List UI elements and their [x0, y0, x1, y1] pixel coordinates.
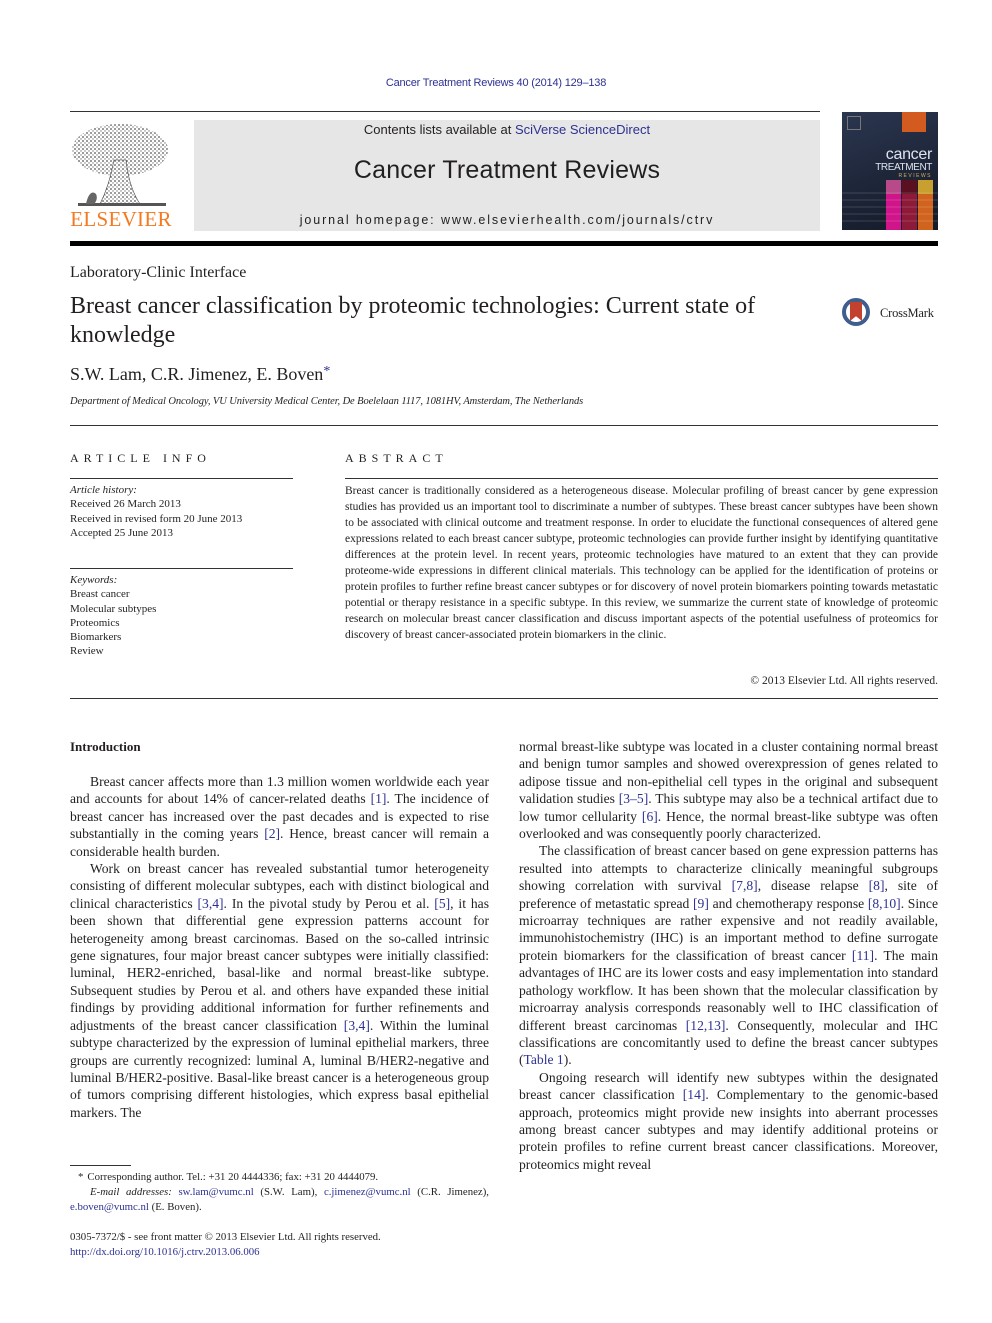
cover-stripes: [842, 192, 938, 222]
corresponding-author-link[interactable]: *: [323, 364, 330, 379]
keyword-item: Proteomics: [70, 616, 120, 629]
citation-link[interactable]: [1]: [371, 791, 387, 806]
keyword-item: Molecular subtypes: [70, 602, 157, 615]
keywords: Keywords: Breast cancer Molecular subtyp…: [70, 573, 156, 659]
cover-title-line2: TREATMENT: [875, 162, 932, 173]
keyword-item: Review: [70, 645, 104, 658]
journal-masthead: Contents lists available at SciVerse Sci…: [194, 120, 820, 231]
divider: [70, 425, 938, 426]
divider: [70, 698, 938, 699]
elsevier-wordmark: ELSEVIER: [70, 207, 172, 231]
abstract-copyright: © 2013 Elsevier Ltd. All rights reserved…: [750, 675, 938, 687]
author-list: S.W. Lam, C.R. Jimenez, E. Boven*: [70, 364, 331, 384]
journal-cover-image[interactable]: cancer TREATMENT REVIEWS: [842, 112, 938, 230]
paragraph-text: , disease relapse: [757, 878, 869, 894]
history-item: Accepted 25 June 2013: [70, 526, 173, 539]
corresponding-author-note: * Corresponding author. Tel.: +31 20 4444…: [78, 1171, 379, 1183]
header-thick-rule: [70, 241, 938, 246]
citation-link[interactable]: [12,13]: [686, 1018, 726, 1033]
crossmark-button[interactable]: CrossMark: [842, 298, 942, 334]
history-item: Received in revised form 20 June 2013: [70, 512, 243, 525]
keywords-label: Keywords:: [70, 574, 118, 586]
keyword-item: Breast cancer: [70, 588, 130, 601]
email-link[interactable]: c.jimenez@vumc.nl: [324, 1186, 411, 1198]
header-rule: [70, 111, 820, 112]
journal-title: Cancer Treatment Reviews: [353, 156, 661, 184]
divider: [70, 478, 293, 479]
paragraph: Ongoing research will identify new subty…: [519, 1069, 938, 1173]
article-title: Breast cancer classification by proteomi…: [70, 293, 756, 348]
citation-link[interactable]: [3,4]: [198, 896, 224, 911]
section-heading-introduction: Introduction: [70, 739, 141, 754]
paragraph-text: . In the pivotal study by Perou et al.: [223, 895, 435, 911]
crossmark-label: CrossMark: [880, 306, 934, 320]
elsevier-logo[interactable]: ELSEVIER: [70, 120, 172, 232]
citation-link[interactable]: [9]: [693, 896, 709, 911]
citation-link[interactable]: [5]: [434, 896, 450, 911]
citation-link[interactable]: Table 1: [524, 1052, 564, 1067]
doi-link[interactable]: http://dx.doi.org/10.1016/j.ctrv.2013.06…: [70, 1246, 260, 1258]
paragraph: normal breast-like subtype was located i…: [519, 738, 938, 842]
journal-homepage: journal homepage: www.elsevierhealth.com…: [299, 213, 715, 227]
footnote-rule: [70, 1165, 131, 1166]
cover-title-line3: REVIEWS: [898, 173, 932, 179]
citation-link[interactable]: [8]: [869, 878, 885, 893]
divider: [345, 478, 938, 479]
paragraph-text: and chemotherapy response: [708, 895, 868, 911]
email-addresses: E-mail addresses: sw.lam@vumc.nl (S.W. L…: [70, 1186, 490, 1213]
journal-homepage-link[interactable]: www.elsevierhealth.com/journals/ctrv: [441, 213, 714, 227]
citation-link[interactable]: [7,8]: [732, 878, 758, 893]
contents-availability: Contents lists available at SciVerse Sci…: [363, 122, 651, 137]
article-info-heading: ARTICLE INFO: [70, 451, 211, 465]
affiliation: Department of Medical Oncology, VU Unive…: [70, 396, 584, 407]
article-history: Article history: Received 26 March 2013 …: [70, 483, 242, 540]
elsevier-tree-icon: [72, 124, 168, 206]
email-link[interactable]: e.boven@vumc.nl: [70, 1201, 149, 1213]
sciencedirect-link[interactable]: SciVerse ScienceDirect: [515, 122, 650, 137]
citation-link[interactable]: [2]: [264, 826, 280, 841]
paragraph-text: ).: [563, 1052, 572, 1068]
citation-link[interactable]: [6]: [642, 809, 658, 824]
body-column-left: Breast cancer affects more than 1.3 mill…: [70, 773, 489, 1121]
paragraph: Breast cancer affects more than 1.3 mill…: [70, 773, 489, 860]
citation-link[interactable]: [3,4]: [344, 1018, 370, 1033]
paragraph: The classification of breast cancer base…: [519, 842, 938, 1068]
abstract-heading: ABSTRACT: [345, 451, 448, 465]
citation-link[interactable]: [14]: [683, 1087, 706, 1102]
article-section: Laboratory-Clinic Interface: [70, 264, 247, 281]
paragraph: Work on breast cancer has revealed subst…: [70, 860, 489, 1121]
issn-line: 0305-7372/$ - see front matter © 2013 El…: [70, 1231, 381, 1243]
body-column-right: normal breast-like subtype was located i…: [519, 738, 938, 1173]
cover-publisher-icon: [847, 116, 861, 130]
journal-reference-link[interactable]: Cancer Treatment Reviews 40 (2014) 129–1…: [0, 77, 992, 89]
cover-accent-block: [902, 112, 926, 132]
history-item: Received 26 March 2013: [70, 498, 181, 511]
email-link[interactable]: sw.lam@vumc.nl: [178, 1186, 253, 1198]
divider: [70, 568, 293, 569]
history-label: Article history:: [70, 484, 137, 496]
paragraph-text: , it has been shown that differential ge…: [70, 895, 489, 1033]
footnote: * Corresponding author. Tel.: +31 20 4444…: [70, 1170, 489, 1215]
keyword-item: Biomarkers: [70, 631, 122, 644]
front-matter: 0305-7372/$ - see front matter © 2013 El…: [70, 1230, 381, 1260]
citation-link[interactable]: [3–5]: [619, 791, 648, 806]
abstract-text: Breast cancer is traditionally considere…: [345, 485, 938, 641]
citation-link[interactable]: [8,10]: [868, 896, 901, 911]
citation-link[interactable]: [11]: [852, 948, 874, 963]
